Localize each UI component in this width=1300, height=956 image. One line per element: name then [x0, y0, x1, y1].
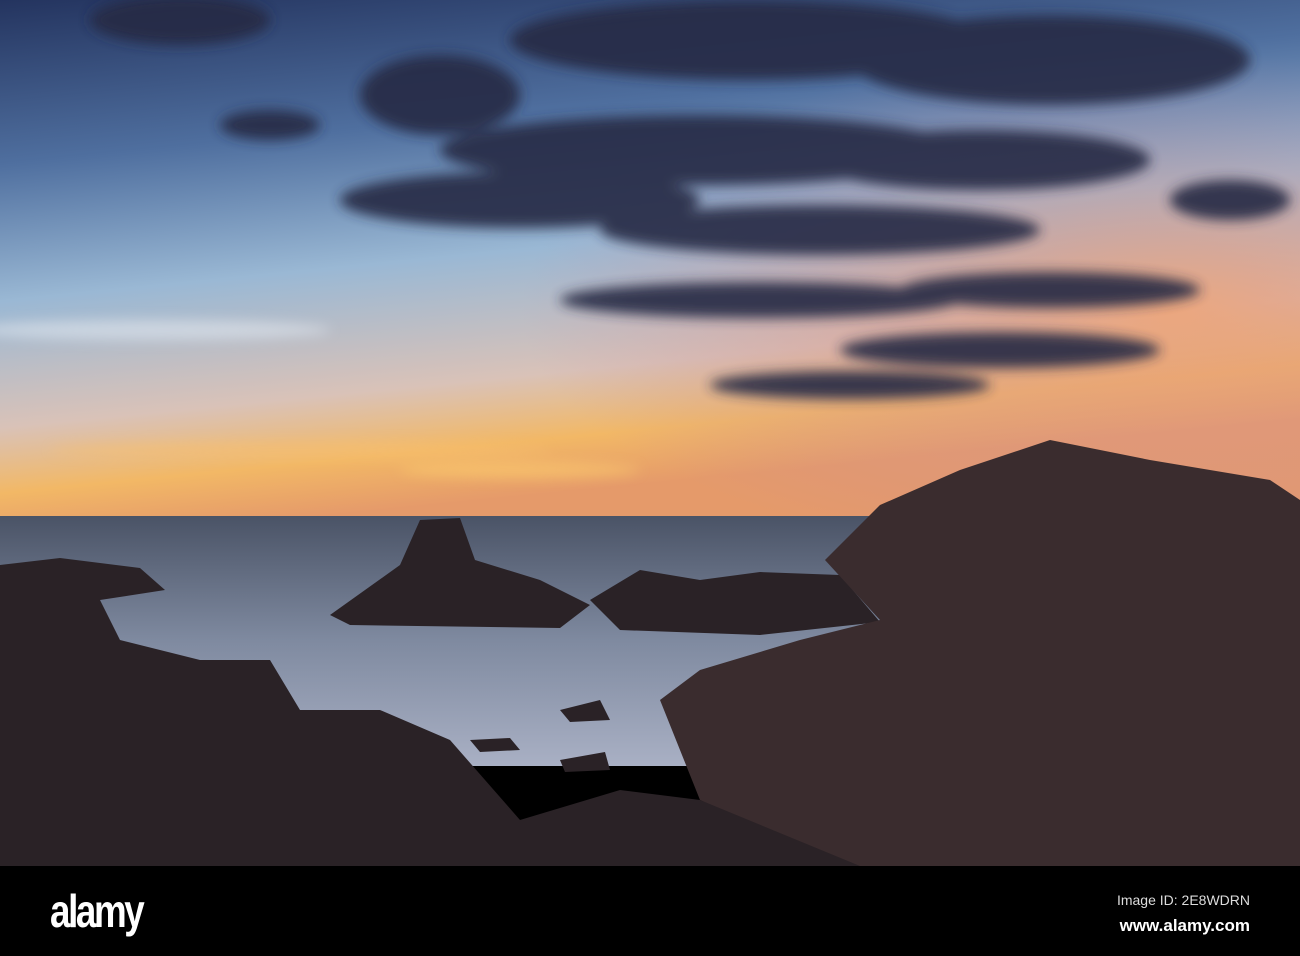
alamy-logo: alamy: [50, 885, 145, 937]
image-id: Image ID: 2E8WDRN: [1116, 892, 1250, 908]
watermark-footer: alamy Image ID: 2E8WDRN www.alamy.com: [0, 866, 1300, 956]
stock-photo: alamy Image ID: 2E8WDRN www.alamy.com: [0, 0, 1300, 956]
website-url: www.alamy.com: [1119, 916, 1250, 935]
coastal-sunset-photo: [0, 0, 1300, 866]
